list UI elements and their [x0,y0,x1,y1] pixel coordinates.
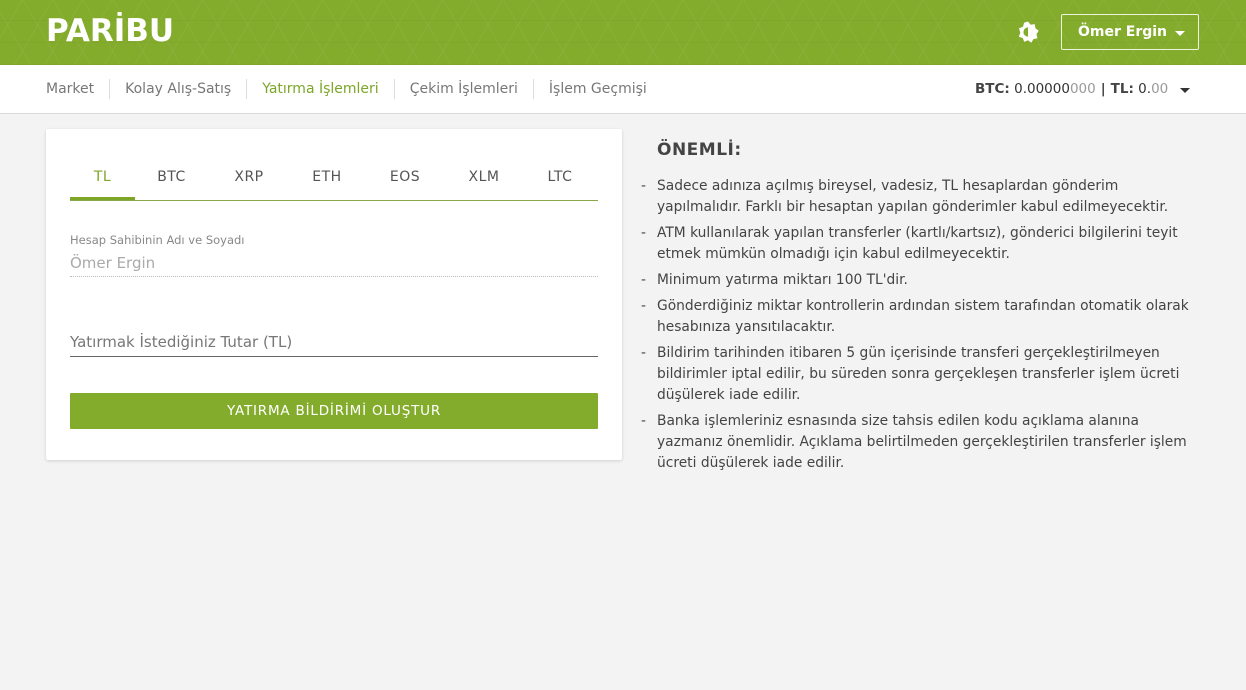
caret-down-icon [1175,30,1186,36]
tl-label: TL: [1110,81,1134,97]
note-text: Bildirim tarihinden itibaren 5 gün içeri… [657,345,1180,403]
tab-ltc[interactable]: LTC [522,163,598,200]
caret-down-icon [1180,87,1191,93]
tab-tl[interactable]: TL [70,163,135,200]
user-name: Ömer Ergin [1078,24,1168,40]
note-text: Banka işlemleriniz esnasında size tahsis… [657,413,1187,471]
note-text: ATM kullanılarak yapılan transferler (ka… [657,225,1178,262]
nav-history[interactable]: İşlem Geçmişi [532,79,662,99]
list-item: - Bildirim tarihinden itibaren 5 gün içer… [641,343,1201,406]
tab-xrp[interactable]: XRP [208,163,290,200]
dash: - [641,272,646,288]
list-item: - ATM kullanılarak yapılan transferler (k… [641,223,1201,265]
dash: - [641,413,646,429]
list-item: - Minimum yatırma miktarı 100 TL'dir. [641,270,1201,291]
dash: - [641,345,646,361]
list-item: - Sadece adınıza açılmış bireysel, vadesi… [641,176,1201,218]
dash: - [641,298,646,314]
dash: - [641,178,646,194]
list-item: - Gönderdiğiniz miktar kontrollerin ardın… [641,296,1201,338]
notes-title: ÖNEMLİ: [657,140,742,160]
currency-tabs: TL BTC XRP ETH EOS XLM LTC [70,163,598,201]
tab-eth[interactable]: ETH [290,163,364,200]
tab-xlm[interactable]: XLM [446,163,522,200]
create-deposit-notice-button[interactable]: YATIRMA BİLDİRİMİ OLUŞTUR [70,393,598,429]
top-header: PARİBU Ömer Ergin [0,0,1246,65]
paribu-logo[interactable]: PARİBU [46,14,174,48]
nav-withdraw[interactable]: Çekim İşlemleri [393,79,533,99]
balance-separator: | [1100,81,1106,97]
note-text: Minimum yatırma miktarı 100 TL'dir. [657,272,908,288]
brightness-icon[interactable] [1016,20,1040,44]
tl-balance-dim: 00 [1151,81,1169,97]
important-notes: ÖNEMLİ: - Sadece adınıza açılmış bireysel… [641,140,1201,479]
tab-btc[interactable]: BTC [135,163,208,200]
btc-balance: 0.00000 [1014,81,1070,97]
btc-label: BTC: [975,81,1010,97]
nav-market[interactable]: Market [46,79,109,99]
deposit-amount-input[interactable] [70,327,598,357]
user-menu-button[interactable]: Ömer Ergin [1061,14,1199,50]
balance-dropdown[interactable]: BTC: 0.00000 000 | TL: 0. 00 [975,79,1191,99]
btc-balance-dim: 000 [1069,81,1096,97]
sub-navigation: Market Kolay Alış-Satış Yatırma İşlemler… [0,65,1246,114]
note-text: Sadece adınıza açılmış bireysel, vadesiz… [657,178,1169,215]
account-holder-label: Hesap Sahibinin Adı ve Soyadı [70,233,245,247]
deposit-card: TL BTC XRP ETH EOS XLM LTC Hesap Sahibin… [46,129,622,460]
note-text: Gönderdiğiniz miktar kontrollerin ardınd… [657,298,1189,335]
list-item: - Banka işlemleriniz esnasında size tahsi… [641,411,1201,474]
nav-easy-trade[interactable]: Kolay Alış-Satış [109,79,246,99]
tl-balance: 0. [1138,81,1152,97]
notes-list: - Sadece adınıza açılmış bireysel, vadesi… [641,176,1201,474]
dash: - [641,225,646,241]
account-holder-field[interactable] [70,249,598,277]
tab-eos[interactable]: EOS [364,163,446,200]
nav-deposit[interactable]: Yatırma İşlemleri [246,79,393,99]
